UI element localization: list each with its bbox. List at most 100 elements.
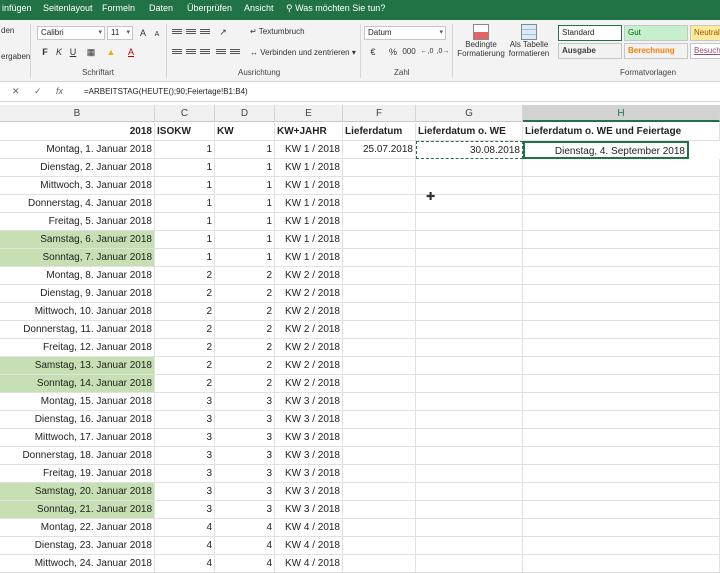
empty-cell[interactable]: [523, 411, 720, 429]
empty-cell[interactable]: [343, 465, 416, 483]
decrease-decimal-icon[interactable]: ,0→: [436, 45, 450, 59]
cell-isokw[interactable]: 1: [155, 177, 215, 195]
cell-date[interactable]: Montag, 8. Januar 2018: [0, 267, 155, 285]
empty-cell[interactable]: [523, 159, 720, 177]
cell-date[interactable]: Mittwoch, 3. Januar 2018: [0, 177, 155, 195]
wrap-text-button[interactable]: ↵ Textumbruch: [250, 27, 305, 36]
decrease-indent-icon[interactable]: [216, 49, 226, 58]
cell-kw[interactable]: 4: [215, 537, 275, 555]
empty-cell[interactable]: [416, 519, 523, 537]
cell-kw[interactable]: 2: [215, 339, 275, 357]
cell-isokw[interactable]: 4: [155, 519, 215, 537]
column-header-e[interactable]: E: [275, 105, 343, 122]
align-right-icon[interactable]: [200, 49, 210, 58]
empty-cell[interactable]: [343, 537, 416, 555]
cell-isokw[interactable]: 2: [155, 267, 215, 285]
cell-kw[interactable]: 3: [215, 465, 275, 483]
cell-date[interactable]: Donnerstag, 11. Januar 2018: [0, 321, 155, 339]
empty-cell[interactable]: [416, 303, 523, 321]
empty-cell[interactable]: [523, 249, 720, 267]
empty-cell[interactable]: [343, 357, 416, 375]
empty-cell[interactable]: [523, 375, 720, 393]
cell-kw-jahr[interactable]: KW 2 / 2018: [275, 267, 343, 285]
empty-cell[interactable]: [416, 213, 523, 231]
cell-kw[interactable]: 1: [215, 213, 275, 231]
header-cell-lieferdatum-ohne-we[interactable]: Lieferdatum o. WE: [416, 123, 523, 141]
empty-cell[interactable]: [523, 357, 720, 375]
align-bottom-icon[interactable]: [200, 29, 210, 38]
cell-kw-jahr[interactable]: KW 4 / 2018: [275, 537, 343, 555]
cell-date[interactable]: Dienstag, 23. Januar 2018: [0, 537, 155, 555]
cell-date[interactable]: Freitag, 12. Januar 2018: [0, 339, 155, 357]
orientation-icon[interactable]: ↗: [216, 25, 230, 39]
cell-kw-jahr[interactable]: KW 2 / 2018: [275, 339, 343, 357]
cell-isokw[interactable]: 3: [155, 429, 215, 447]
cell-kw[interactable]: 1: [215, 177, 275, 195]
cell-kw-jahr[interactable]: KW 1 / 2018: [275, 177, 343, 195]
tab-ansicht[interactable]: Ansicht: [244, 3, 274, 13]
tab-formeln[interactable]: Formeln: [102, 3, 135, 13]
confirm-icon[interactable]: ✓: [34, 86, 42, 97]
header-cell-year[interactable]: 2018: [0, 123, 155, 141]
cell-date[interactable]: Mittwoch, 10. Januar 2018: [0, 303, 155, 321]
empty-cell[interactable]: [416, 375, 523, 393]
header-cell-kw-jahr[interactable]: KW+JAHR: [275, 123, 343, 141]
empty-cell[interactable]: [343, 429, 416, 447]
font-grow-icon[interactable]: A: [136, 26, 150, 40]
empty-cell[interactable]: [416, 429, 523, 447]
column-header-f[interactable]: F: [343, 105, 416, 122]
empty-cell[interactable]: [416, 501, 523, 519]
cell-isokw[interactable]: 1: [155, 195, 215, 213]
tab-seitenlayout[interactable]: Seitenlayout: [43, 3, 93, 13]
percent-icon[interactable]: %: [386, 45, 400, 59]
merge-center-button[interactable]: ↔ Verbinden und zentrieren ▾: [250, 48, 356, 57]
empty-cell[interactable]: [343, 249, 416, 267]
empty-cell[interactable]: [343, 303, 416, 321]
tell-me-search[interactable]: ⚲ Was möchten Sie tun?: [286, 3, 385, 14]
empty-cell[interactable]: [523, 303, 720, 321]
tab-einfuegen[interactable]: infügen: [2, 3, 32, 13]
cell-isokw[interactable]: 1: [155, 213, 215, 231]
empty-cell[interactable]: [343, 285, 416, 303]
style-berechnung[interactable]: Berechnung: [624, 43, 688, 59]
cell-date[interactable]: Montag, 22. Januar 2018: [0, 519, 155, 537]
cell-kw[interactable]: 3: [215, 501, 275, 519]
empty-cell[interactable]: [416, 267, 523, 285]
cell-kw-jahr[interactable]: KW 3 / 2018: [275, 501, 343, 519]
empty-cell[interactable]: [523, 231, 720, 249]
empty-cell[interactable]: [523, 321, 720, 339]
empty-cell[interactable]: [343, 339, 416, 357]
cell-isokw[interactable]: 3: [155, 501, 215, 519]
empty-cell[interactable]: [343, 267, 416, 285]
empty-cell[interactable]: [416, 339, 523, 357]
align-left-icon[interactable]: [172, 49, 182, 58]
empty-cell[interactable]: [343, 501, 416, 519]
cell-kw[interactable]: 1: [215, 195, 275, 213]
cell-kw-jahr[interactable]: KW 2 / 2018: [275, 321, 343, 339]
conditional-formatting-button[interactable]: Bedingte Formatierung: [456, 22, 506, 66]
empty-cell[interactable]: [416, 393, 523, 411]
cell-isokw[interactable]: 3: [155, 483, 215, 501]
cell-kw-jahr[interactable]: KW 4 / 2018: [275, 519, 343, 537]
fill-color-icon[interactable]: ▲: [104, 45, 118, 59]
empty-cell[interactable]: [523, 447, 720, 465]
empty-cell[interactable]: [343, 177, 416, 195]
column-header-b[interactable]: B: [0, 105, 155, 122]
cell-date[interactable]: Sonntag, 21. Januar 2018: [0, 501, 155, 519]
cell-date[interactable]: Mittwoch, 17. Januar 2018: [0, 429, 155, 447]
cell-isokw[interactable]: 1: [155, 231, 215, 249]
cell-kw-jahr[interactable]: KW 3 / 2018: [275, 429, 343, 447]
cell-kw[interactable]: 4: [215, 519, 275, 537]
cell-kw[interactable]: 1: [215, 141, 275, 159]
column-header-c[interactable]: C: [155, 105, 215, 122]
empty-cell[interactable]: [523, 483, 720, 501]
cell-isokw[interactable]: 2: [155, 303, 215, 321]
style-besucht[interactable]: Besuch: [690, 43, 720, 59]
cell-kw-jahr[interactable]: KW 3 / 2018: [275, 465, 343, 483]
cell-isokw[interactable]: 3: [155, 393, 215, 411]
empty-cell[interactable]: [416, 465, 523, 483]
cell-isokw[interactable]: 2: [155, 321, 215, 339]
tab-daten[interactable]: Daten: [149, 3, 173, 13]
empty-cell[interactable]: [343, 411, 416, 429]
empty-cell[interactable]: [523, 285, 720, 303]
